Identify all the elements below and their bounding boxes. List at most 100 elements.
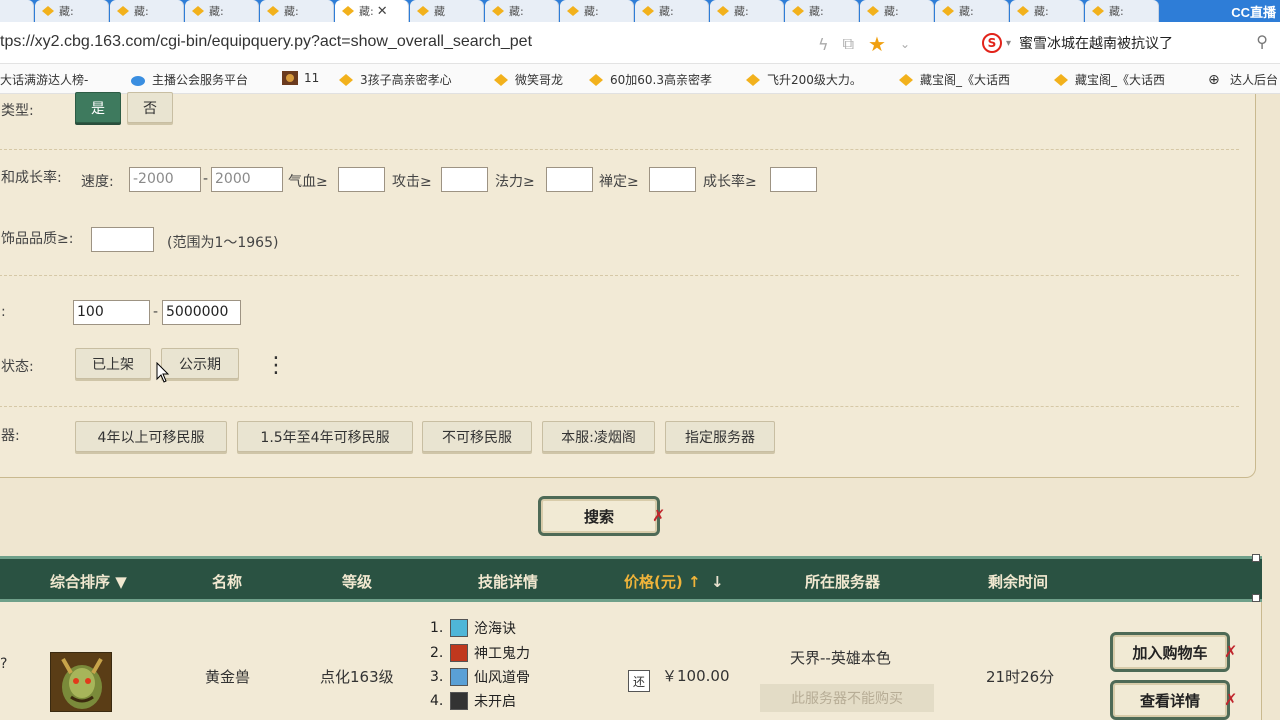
search-engine-logo-icon[interactable]: S	[982, 33, 1002, 53]
bookmark-item[interactable]: 藏宝阁_《大话西	[1053, 71, 1165, 88]
globe-icon: ⊕	[1208, 71, 1220, 88]
chevron-down-icon[interactable]: ⌄	[900, 37, 910, 51]
time-left-header[interactable]: 剩余时间	[988, 571, 1048, 592]
skill-locked-icon[interactable]	[450, 692, 468, 710]
growth-section-label: 和成长率:	[1, 170, 62, 186]
pet-avatar[interactable]	[50, 652, 112, 712]
browser-tab[interactable]: 藏	[410, 0, 484, 22]
sort-asc-icon[interactable]: ↑	[688, 573, 701, 591]
add-to-cart-button[interactable]: 加入购物车	[1110, 632, 1230, 672]
red-corner-mark-icon: ✗	[652, 506, 666, 525]
skills-header: 技能详情	[478, 573, 539, 591]
server-option-nonmigrate-button[interactable]: 不可移民服	[422, 421, 532, 452]
bookmark-item[interactable]: 60加60.3高亲密孝	[588, 71, 712, 88]
speed-min-input[interactable]: -2000	[129, 167, 201, 192]
browser-tab[interactable]: 藏:	[260, 0, 334, 22]
bargain-tag-icon[interactable]: 还	[628, 670, 650, 692]
browser-tab[interactable]: 藏:	[110, 0, 184, 22]
type-no-button[interactable]: 否	[127, 92, 173, 123]
browser-tab[interactable]: 藏:	[860, 0, 934, 22]
sort-desc-icon[interactable]: ↓	[711, 573, 724, 591]
caret-down-icon[interactable]: ▾	[1006, 38, 1011, 49]
treasure-icon	[494, 73, 508, 86]
browser-tab[interactable]: 藏:	[635, 0, 709, 22]
page-content: 类型: 是 否 和成长率: 速度: -2000 - 2000 气血≥ 攻击≥ 法…	[0, 92, 1280, 720]
mouse-cursor-icon	[156, 362, 170, 383]
skill-wave-icon[interactable]	[450, 619, 468, 637]
attack-input[interactable]	[441, 167, 488, 192]
browser-tab[interactable]: 藏:	[935, 0, 1009, 22]
status-label: 状态:	[1, 359, 34, 375]
bookmark-item[interactable]: ⊕ 达人后台	[1208, 71, 1278, 88]
address-bar: tps://xy2.cbg.163.com/cgi-bin/equipquery…	[0, 22, 1280, 64]
level-header[interactable]: 等级	[342, 571, 372, 592]
speed-max-input[interactable]: 2000	[211, 167, 283, 192]
bookmark-item[interactable]: 11	[282, 71, 319, 85]
sort-comprehensive-header[interactable]: 综合排序 ▼	[50, 571, 127, 592]
hp-input[interactable]	[338, 167, 385, 192]
zen-label: 禅定≥	[599, 174, 639, 190]
lightning-icon[interactable]: ϟ	[818, 35, 829, 54]
status-listed-button[interactable]: 已上架	[75, 348, 151, 379]
server-option-1-5yr-button[interactable]: 1.5年至4年可移民服	[237, 421, 413, 452]
skill-immortal-icon[interactable]	[450, 668, 468, 686]
bookmark-item[interactable]: 大话满游达人榜-	[0, 71, 88, 88]
browser-tab[interactable]: 藏:	[1085, 0, 1159, 22]
red-corner-mark-icon: ✗	[1224, 642, 1238, 661]
browser-search-box[interactable]: S ▾ 蜜雪冰城在越南被抗议了 ⚲	[976, 30, 1276, 56]
golden-beast-icon	[51, 653, 111, 711]
cc-live-logo: CC直播	[1231, 5, 1276, 20]
skill-power-icon[interactable]	[450, 644, 468, 662]
url-field[interactable]: tps://xy2.cbg.163.com/cgi-bin/equipquery…	[0, 33, 532, 51]
growth-rate-input[interactable]	[770, 167, 817, 192]
zen-input[interactable]	[649, 167, 696, 192]
server-option-specified-button[interactable]: 指定服务器	[665, 421, 775, 452]
browser-tab[interactable]: 藏:	[560, 0, 634, 22]
view-details-button[interactable]: 查看详情	[1110, 680, 1230, 720]
price-min-input[interactable]: 100	[73, 300, 150, 325]
treasure-favicon-icon	[492, 6, 504, 16]
status-public-button[interactable]: 公示期	[161, 348, 239, 379]
speed-label: 速度:	[81, 174, 114, 190]
magic-input[interactable]	[546, 167, 593, 192]
server-not-purchasable-notice: 此服务器不能购买	[760, 684, 934, 712]
scroll-handle-icon[interactable]	[1252, 594, 1260, 602]
search-suggestion-text[interactable]: 蜜雪冰城在越南被抗议了	[1019, 33, 1173, 53]
server-option-4yr-button[interactable]: 4年以上可移民服	[75, 421, 227, 452]
search-icon[interactable]: ⚲	[1256, 32, 1268, 51]
pet-level: 点化163级	[320, 668, 394, 686]
ornament-quality-input[interactable]	[91, 227, 154, 252]
range-dash: -	[203, 171, 209, 187]
star-bookmark-icon[interactable]: ★	[868, 32, 886, 56]
more-options-icon[interactable]: ⋮	[265, 355, 287, 377]
browser-tab[interactable]: 藏:	[485, 0, 559, 22]
pet-name[interactable]: 黄金兽	[205, 666, 250, 687]
browser-tab[interactable]: 藏: ✕	[335, 0, 409, 22]
share-icon[interactable]: ⧉	[843, 34, 854, 54]
browser-tab[interactable]: 藏:	[0, 0, 34, 22]
close-tab-icon[interactable]: ✕	[377, 4, 388, 19]
price-max-input[interactable]: 5000000	[162, 300, 241, 325]
treasure-icon	[899, 73, 913, 86]
scroll-handle-icon[interactable]	[1252, 554, 1260, 562]
growth-rate-label: 成长率≥	[703, 174, 757, 190]
search-button[interactable]: 搜索	[538, 496, 660, 536]
browser-tab[interactable]: 藏:	[710, 0, 784, 22]
ornament-range-hint: (范围为1～1965)	[167, 235, 279, 251]
price-header[interactable]: 价格(元) ↑ ↓	[624, 571, 724, 592]
bookmark-item[interactable]: 飞升200级大力。	[745, 71, 862, 88]
treasure-favicon-icon	[42, 6, 54, 16]
browser-tab[interactable]: 藏:	[35, 0, 109, 22]
treasure-icon	[746, 73, 760, 86]
game-avatar-icon	[282, 71, 298, 85]
browser-tab[interactable]: 藏:	[185, 0, 259, 22]
bookmark-item[interactable]: 3孩子高亲密孝心	[338, 71, 452, 88]
bookmark-item[interactable]: 微笑哥龙	[493, 71, 563, 88]
browser-tab[interactable]: 藏:	[785, 0, 859, 22]
bookmark-item[interactable]: 藏宝阁_《大话西	[898, 71, 1010, 88]
type-yes-button[interactable]: 是	[75, 92, 121, 123]
browser-tab[interactable]: 藏:	[1010, 0, 1084, 22]
cloud-icon	[131, 75, 145, 86]
bookmark-item[interactable]: 主播公会服务平台	[130, 71, 248, 88]
server-option-local-button[interactable]: 本服:凌烟阁	[542, 421, 655, 452]
